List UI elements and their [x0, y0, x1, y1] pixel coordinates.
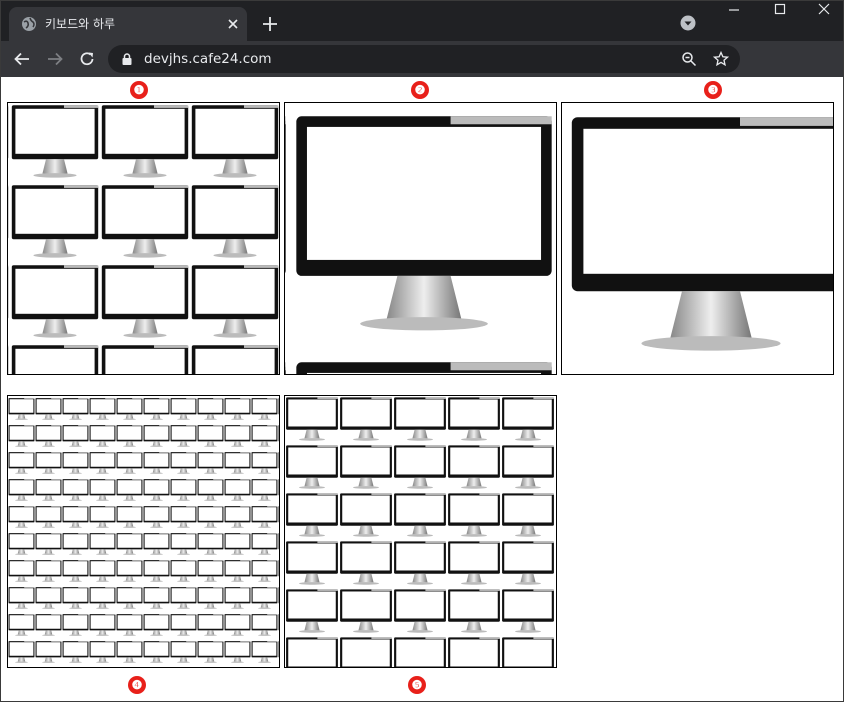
tab-strip: 키보드와 하루 — [1, 1, 843, 41]
example-4-panel — [7, 395, 280, 668]
profile-dropdown-icon[interactable] — [680, 15, 696, 31]
close-icon[interactable] — [225, 16, 241, 32]
tab-title: 키보드와 하루 — [45, 17, 116, 31]
example-5-panel — [284, 395, 557, 668]
close-icon[interactable] — [814, 1, 834, 17]
forward-arrow-icon[interactable] — [46, 50, 64, 68]
example-3-panel — [561, 102, 834, 375]
example-5-number: ❺ — [408, 676, 426, 694]
star-icon[interactable] — [713, 51, 729, 67]
minimize-icon[interactable] — [724, 3, 744, 17]
page-content: ❶ ❷ ❸ ❹ ❺ — [1, 77, 843, 701]
example-2-number: ❷ — [411, 81, 429, 99]
reload-icon[interactable] — [78, 50, 96, 68]
address-bar[interactable]: devjhs.cafe24.com — [108, 45, 740, 73]
example-2-panel — [284, 102, 557, 375]
url-text: devjhs.cafe24.com — [144, 51, 272, 67]
globe-icon — [22, 17, 36, 31]
example-4-number: ❹ — [128, 676, 146, 694]
lock-icon[interactable] — [120, 52, 134, 66]
example-1-number: ❶ — [130, 81, 148, 99]
example-1-panel — [7, 102, 280, 375]
new-tab-plus-icon[interactable] — [261, 15, 279, 33]
example-3-number: ❸ — [704, 81, 722, 99]
browser-tab[interactable]: 키보드와 하루 — [9, 7, 247, 41]
browser-toolbar: devjhs.cafe24.com — [1, 41, 843, 77]
browser-window: 키보드와 하루 devjhs.cafe24.com ❶ ❷ ❸ ❹ ❺ — [0, 0, 844, 702]
maximize-icon[interactable] — [770, 1, 790, 17]
zoom-icon[interactable] — [681, 51, 697, 67]
back-arrow-icon[interactable] — [13, 50, 31, 68]
